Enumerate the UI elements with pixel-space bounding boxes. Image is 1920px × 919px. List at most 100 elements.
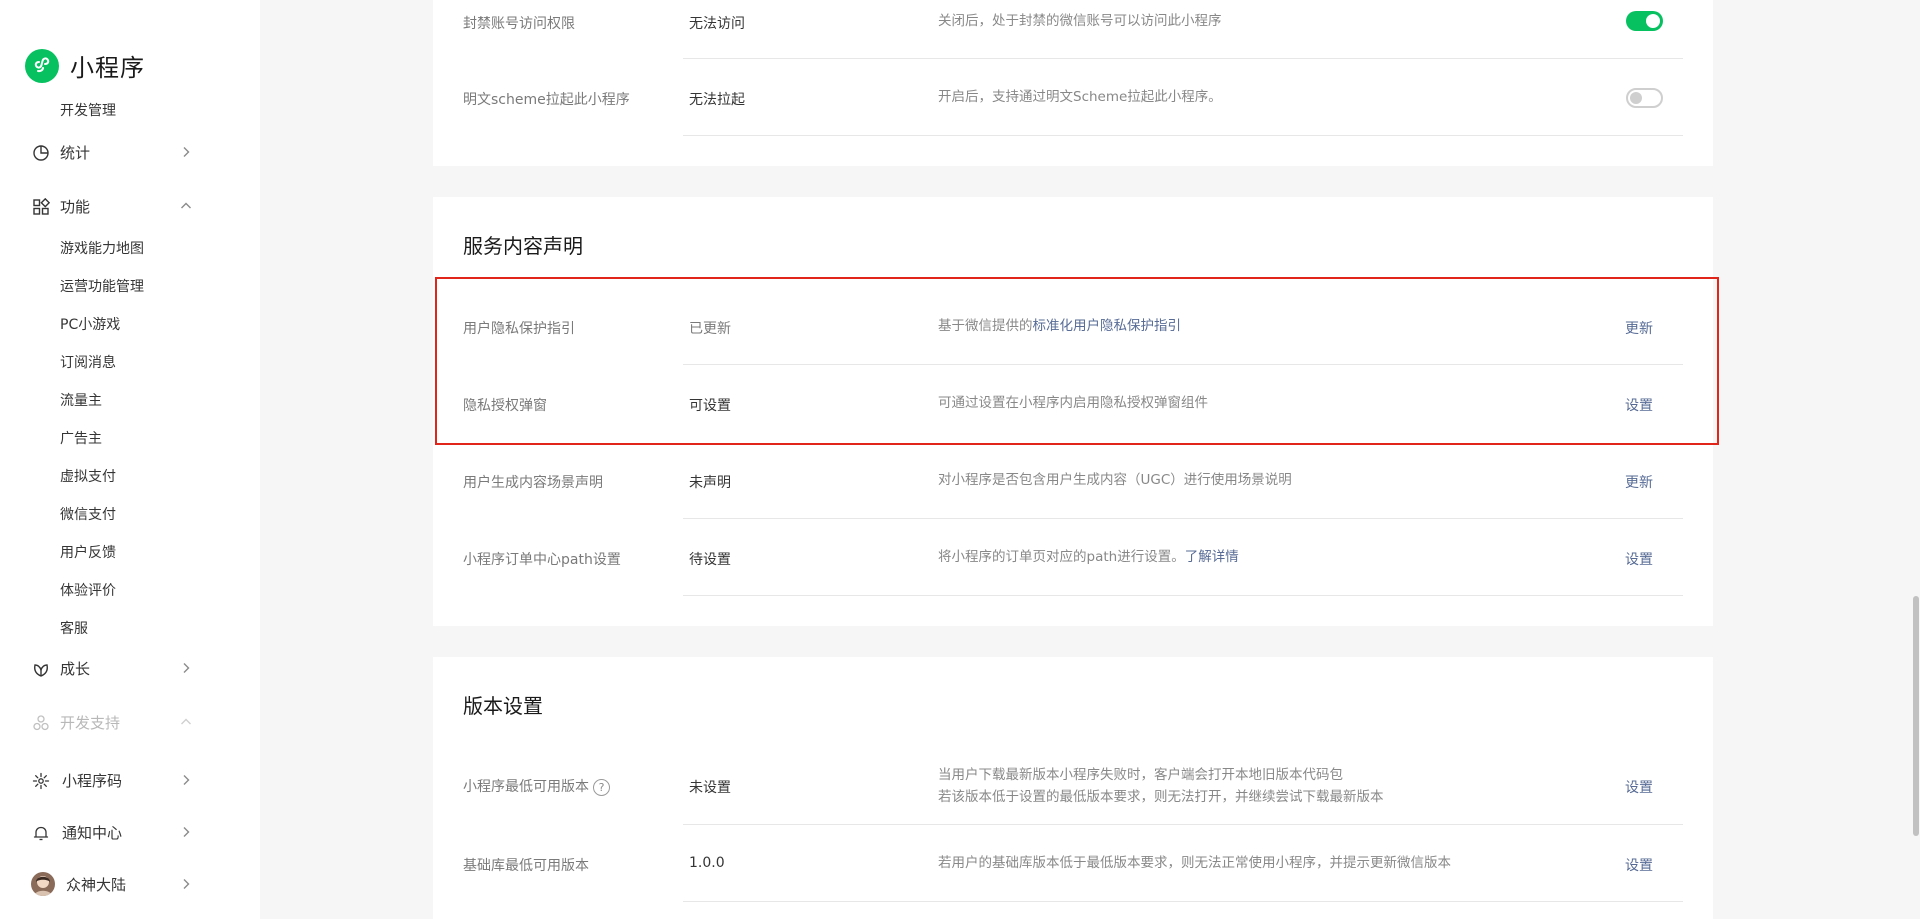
- sidebar-item-label: 功能: [60, 197, 91, 216]
- row-label: 用户隐私保护指引: [463, 321, 575, 337]
- sidebar-item-label: 小程序码: [62, 771, 123, 790]
- chevron-right-icon: [183, 879, 190, 889]
- sidebar-subitem[interactable]: 虚拟支付: [60, 466, 116, 486]
- sidebar-item-dev-management[interactable]: 开发管理: [60, 100, 116, 120]
- learn-more-link[interactable]: 了解详情: [1185, 549, 1239, 565]
- update-button[interactable]: 更新: [1625, 472, 1653, 492]
- desc-text: 基于微信提供的: [938, 318, 1033, 334]
- update-button[interactable]: 更新: [1625, 318, 1653, 338]
- settings-button[interactable]: 设置: [1625, 777, 1653, 797]
- settings-button[interactable]: 设置: [1625, 855, 1653, 875]
- sidebar-item-label: 开发支持: [60, 713, 121, 732]
- block-account-access-toggle[interactable]: [1626, 11, 1663, 31]
- settings-row: 小程序订单中心path设置 待设置 将小程序的订单页对应的path进行设置。了解…: [463, 519, 1683, 596]
- growth-icon: [34, 664, 48, 677]
- row-label: 小程序订单中心path设置: [463, 552, 621, 568]
- row-label: 封禁账号访问权限: [463, 16, 575, 32]
- sidebar-subitem[interactable]: 运营功能管理: [60, 276, 144, 296]
- avatar: [31, 872, 55, 896]
- mini-program-logo-icon: [25, 48, 59, 83]
- row-value: 待设置: [689, 552, 731, 568]
- chevron-up-icon: [181, 718, 191, 725]
- section-title: 版本设置: [463, 694, 543, 718]
- bell-icon: [33, 826, 49, 841]
- scheme-launch-toggle[interactable]: [1626, 88, 1663, 108]
- privacy-guide-link[interactable]: 标准化用户隐私保护指引: [1033, 318, 1182, 334]
- settings-row: 隐私授权弹窗 可设置 可通过设置在小程序内启用隐私授权弹窗组件 设置: [463, 365, 1683, 442]
- row-divider: [683, 135, 1683, 136]
- chevron-right-icon: [183, 147, 190, 157]
- row-value: 1.0.0: [689, 855, 725, 871]
- sidebar-subitem[interactable]: 订阅消息: [60, 352, 116, 372]
- row-description: 将小程序的订单页对应的path进行设置。了解详情: [938, 546, 1239, 568]
- row-value: 无法访问: [689, 16, 745, 32]
- sidebar-subitem[interactable]: 游戏能力地图: [60, 238, 144, 258]
- service-declaration-card: 服务内容声明 用户隐私保护指引 已更新 基于微信提供的标准化用户隐私保护指引 更…: [433, 197, 1713, 626]
- row-description: 当用户下载最新版本小程序失败时，客户端会打开本地旧版本代码包若该版本低于设置的最…: [938, 764, 1384, 808]
- sidebar-item-dev-support[interactable]: 开发支持: [0, 702, 260, 742]
- row-value: 未设置: [689, 780, 731, 796]
- row-value: 已更新: [689, 321, 731, 337]
- sidebar-subitem[interactable]: 广告主: [60, 428, 102, 448]
- help-icon[interactable]: ?: [593, 778, 610, 796]
- sidebar-subitem[interactable]: 体验评价: [60, 580, 116, 600]
- chevron-up-icon: [181, 202, 191, 209]
- sidebar-item-stats[interactable]: 统计: [0, 132, 260, 172]
- row-description: 开启后，支持通过明文Scheme拉起此小程序。: [938, 89, 1222, 105]
- settings-row: 基础库最低可用版本 1.0.0 若用户的基础库版本低于最低版本要求，则无法正常使…: [463, 825, 1683, 902]
- sidebar-subitem[interactable]: PC小游戏: [60, 314, 120, 334]
- row-label: 小程序最低可用版本?: [463, 776, 610, 796]
- row-label: 基础库最低可用版本: [463, 858, 589, 874]
- row-description: 若用户的基础库版本低于最低版本要求，则无法正常使用小程序，并提示更新微信版本: [938, 855, 1451, 871]
- settings-row: 明文scheme拉起此小程序 无法拉起 开启后，支持通过明文Scheme拉起此小…: [463, 59, 1683, 136]
- sidebar-item-notify[interactable]: 通知中心: [0, 812, 260, 852]
- sidebar-item-growth[interactable]: 成长: [0, 648, 260, 688]
- row-value: 无法拉起: [689, 92, 745, 108]
- row-description: 关闭后，处于封禁的微信账号可以访问此小程序: [938, 13, 1222, 29]
- sidebar-item-label: 众神大陆: [66, 875, 127, 894]
- desc-line: 当用户下载最新版本小程序失败时，客户端会打开本地旧版本代码包: [938, 767, 1343, 783]
- settings-button[interactable]: 设置: [1625, 549, 1653, 569]
- grid-icon: [33, 198, 50, 215]
- chevron-right-icon: [183, 663, 190, 673]
- chevron-right-icon: [183, 827, 190, 837]
- row-description: 对小程序是否包含用户生成内容（UGC）进行使用场景说明: [938, 472, 1292, 488]
- row-label: 隐私授权弹窗: [463, 398, 547, 414]
- row-divider: [683, 595, 1683, 596]
- sidebar-item-label: 通知中心: [62, 823, 123, 842]
- sidebar-item-account[interactable]: 众神大陆: [0, 864, 260, 904]
- row-label-text: 小程序最低可用版本: [463, 779, 589, 795]
- settings-row: 用户生成内容场景声明 未声明 对小程序是否包含用户生成内容（UGC）进行使用场景…: [463, 442, 1683, 519]
- row-description: 基于微信提供的标准化用户隐私保护指引: [938, 315, 1181, 337]
- scrollbar[interactable]: [1912, 0, 1920, 919]
- row-label: 明文scheme拉起此小程序: [463, 92, 630, 108]
- sidebar-subitem[interactable]: 客服: [60, 618, 88, 638]
- sidebar-item-label: 成长: [60, 659, 91, 678]
- dev-support-icon: [33, 715, 49, 731]
- sidebar-item-label: 统计: [60, 143, 91, 162]
- sidebar-subitem[interactable]: 流量主: [60, 390, 102, 410]
- section-title: 服务内容声明: [463, 234, 583, 258]
- version-settings-card: 版本设置 小程序最低可用版本? 未设置 当用户下载最新版本小程序失败时，客户端会…: [433, 657, 1713, 919]
- qrcode-icon: [32, 772, 50, 790]
- scrollbar-thumb[interactable]: [1913, 596, 1919, 836]
- desc-line: 若该版本低于设置的最低版本要求，则无法打开，并继续尝试下载最新版本: [938, 789, 1384, 805]
- brand-title: 小程序: [70, 54, 145, 82]
- sidebar-item-qrcode[interactable]: 小程序码: [0, 760, 260, 800]
- settings-card-top: 封禁账号访问权限 无法访问 关闭后，处于封禁的微信账号可以访问此小程序 明文sc…: [433, 0, 1713, 166]
- chevron-right-icon: [183, 775, 190, 785]
- settings-row: 用户隐私保护指引 已更新 基于微信提供的标准化用户隐私保护指引 更新: [463, 277, 1683, 365]
- settings-row: 封禁账号访问权限 无法访问 关闭后，处于封禁的微信账号可以访问此小程序: [463, 0, 1683, 59]
- desc-text: 将小程序的订单页对应的path进行设置。: [938, 549, 1185, 565]
- sidebar-subitem[interactable]: 微信支付: [60, 504, 116, 524]
- sidebar-subitem[interactable]: 用户反馈: [60, 542, 116, 562]
- sidebar-item-features[interactable]: 功能: [0, 186, 260, 226]
- row-description: 可通过设置在小程序内启用隐私授权弹窗组件: [938, 395, 1208, 411]
- row-value: 可设置: [689, 398, 731, 414]
- row-value: 未声明: [689, 475, 731, 491]
- sidebar: 小程序 开发管理 统计 功能 游戏能力地图 运营功能管理 PC小游戏 订阅消息 …: [0, 0, 260, 919]
- settings-row: 小程序最低可用版本? 未设置 当用户下载最新版本小程序失败时，客户端会打开本地旧…: [463, 757, 1683, 825]
- brand[interactable]: 小程序: [25, 48, 145, 83]
- settings-button[interactable]: 设置: [1625, 395, 1653, 415]
- row-label: 用户生成内容场景声明: [463, 475, 603, 491]
